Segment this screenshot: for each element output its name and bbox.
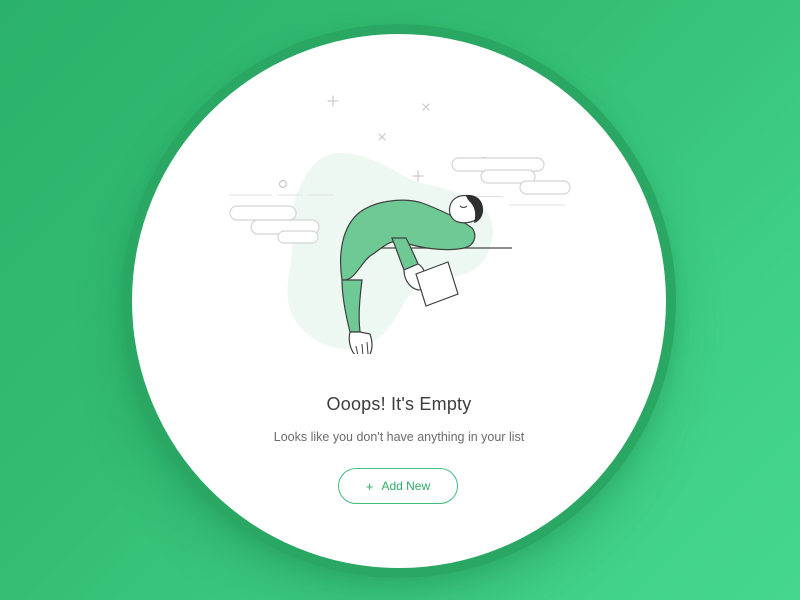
sleeping-person-illustration (229, 95, 571, 354)
empty-state-subtitle: Looks like you don't have anything in yo… (273, 430, 525, 444)
person-hand-left (348, 331, 373, 354)
add-new-button[interactable]: + Add New (338, 468, 458, 504)
empty-state-card: Ooops! It's Empty Looks like you don't h… (132, 34, 666, 568)
add-new-button-label: Add New (381, 479, 431, 493)
cloud-right (451, 157, 571, 197)
plus-icon: + (365, 478, 374, 494)
background-blob (287, 153, 493, 349)
empty-state-title: Ooops! It's Empty (326, 394, 472, 414)
